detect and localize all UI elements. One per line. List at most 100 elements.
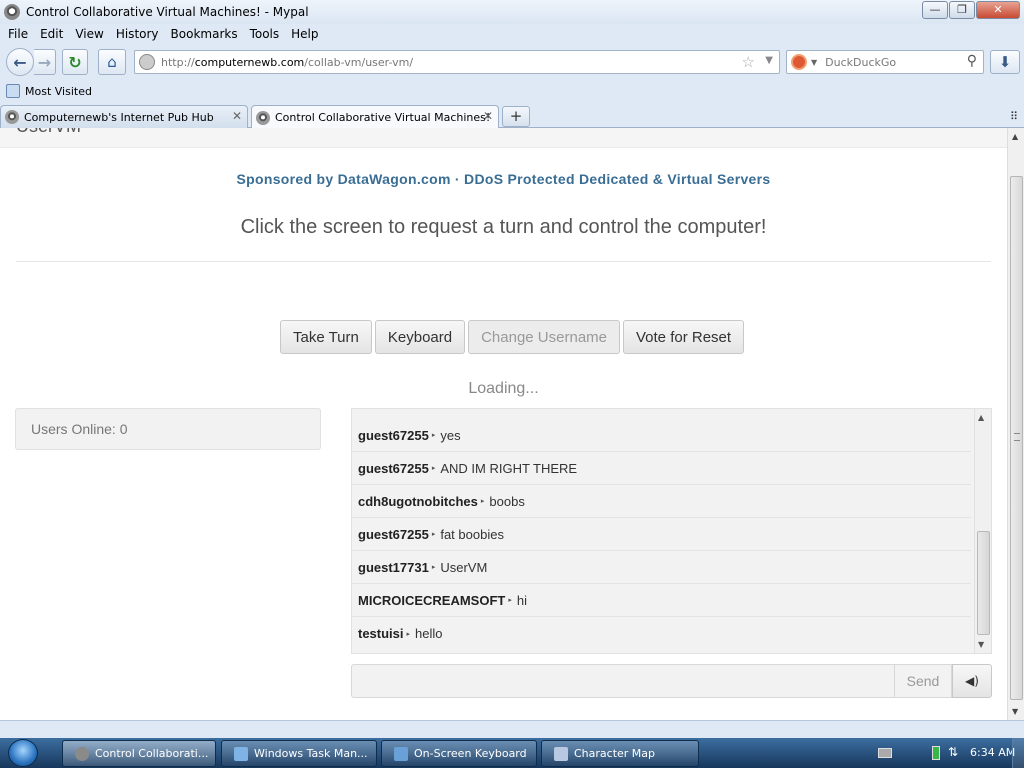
show-desktop-button[interactable] [1012, 738, 1024, 768]
scroll-down-arrow-icon[interactable]: ▼ [1012, 707, 1018, 716]
search-box[interactable]: ▼ DuckDuckGo ⚲ [786, 50, 984, 74]
tab-computernewb-pub-hub[interactable]: Computernewb's Internet Pub Hub ✕ [0, 105, 248, 128]
chat-scrollbar[interactable]: ▲ ▼ [974, 409, 991, 653]
keyboard-icon [394, 746, 408, 761]
send-button[interactable]: Send [894, 664, 952, 698]
sponsor-link[interactable]: Sponsored by DataWagon.com · DDoS Protec… [0, 171, 1007, 187]
site-identity-icon[interactable] [139, 54, 155, 70]
menu-tools[interactable]: Tools [250, 27, 280, 41]
page-heading: UserVM [16, 128, 81, 137]
browser-icon [75, 746, 89, 761]
chat-text: AND IM RIGHT THERE [440, 460, 578, 476]
tab-close-icon[interactable]: ✕ [232, 109, 242, 123]
tab-favicon-icon [5, 110, 19, 124]
chat-separator-icon: ▸ [431, 465, 436, 472]
menu-help[interactable]: Help [291, 27, 318, 41]
taskbar-item-label: Control Collaborati... [95, 747, 209, 760]
navigation-toolbar: ← → ↻ ⌂ http://computernewb.com/collab-v… [0, 44, 1024, 80]
url-path: /collab-vm/user-vm/ [304, 55, 414, 69]
tab-collab-vm[interactable]: Control Collaborative Virtual Machines! … [251, 105, 499, 129]
downloads-button[interactable]: ⬇ [990, 50, 1020, 74]
chat-message: guest67255 ▸ AND IM RIGHT THERE [352, 452, 971, 485]
chat-separator-icon: ▸ [480, 498, 485, 505]
chat-text: UserVM [440, 559, 488, 575]
users-online-panel: Users Online: 0 [15, 408, 321, 450]
system-tray: ⇅ 6:34 AM [864, 738, 1024, 768]
taskbar-item-on-screen-keyboard[interactable]: On-Screen Keyboard [381, 740, 537, 767]
start-button[interactable] [8, 739, 38, 767]
list-all-tabs-icon[interactable]: ⠿ [1010, 110, 1018, 123]
taskbar-item-browser[interactable]: Control Collaborati... [62, 740, 216, 767]
page-scrollbar[interactable]: ▲ ▼ [1007, 128, 1024, 720]
bookmark-most-visited[interactable]: Most Visited [25, 85, 92, 98]
chat-message-input[interactable] [351, 664, 895, 698]
chat-log[interactable]: guest67255 ▸ yes guest67255 ▸ AND IM RIG… [351, 408, 992, 654]
chat-message: guest17731 ▸ UserVM [352, 551, 971, 584]
chat-username: guest67255 [358, 460, 429, 476]
page-scrollbar-thumb[interactable] [1010, 176, 1023, 700]
chat-text: hello [415, 626, 443, 641]
menu-bookmarks[interactable]: Bookmarks [171, 27, 238, 41]
task-manager-icon [234, 746, 248, 761]
page-header-band [0, 128, 1007, 148]
keyboard-button[interactable]: Keyboard [374, 320, 466, 354]
chat-username: testuisi [358, 626, 404, 641]
tab-close-icon[interactable]: ✕ [483, 109, 493, 123]
character-map-icon [554, 746, 568, 761]
url-prefix: http:// [161, 55, 195, 69]
chat-message: MICROICECREAMSOFT ▸ hi [352, 584, 971, 617]
chat-username: guest67255 [358, 526, 429, 542]
taskbar-clock[interactable]: 6:34 AM [970, 746, 1015, 759]
reload-button[interactable]: ↻ [62, 49, 88, 75]
window-controls: — ❐ ✕ [921, 1, 1020, 19]
chat-message: guest67255 ▸ fat boobies [352, 518, 971, 551]
vm-screen-prompt[interactable]: Click the screen to request a turn and c… [0, 216, 1007, 239]
window-title: Control Collaborative Virtual Machines! … [26, 5, 309, 19]
scroll-up-arrow-icon[interactable]: ▲ [1012, 132, 1018, 141]
search-placeholder: DuckDuckGo [825, 55, 897, 69]
chat-separator-icon: ▸ [508, 597, 512, 604]
close-window-button[interactable]: ✕ [976, 1, 1020, 19]
scroll-up-arrow-icon[interactable]: ▲ [978, 413, 984, 422]
sound-toggle-button[interactable]: ◀) [952, 664, 992, 698]
input-language-icon[interactable] [878, 748, 892, 758]
url-history-dropdown-icon[interactable]: ▼ [765, 55, 773, 66]
search-engine-dropdown-icon[interactable]: ▼ [811, 58, 817, 67]
web-page-content: UserVM Sponsored by DataWagon.com · DDoS… [0, 128, 1007, 720]
vm-controls: Take Turn Keyboard Change Username Vote … [280, 320, 747, 354]
menu-edit[interactable]: Edit [40, 27, 63, 41]
url-host: computernewb.com [194, 55, 305, 69]
bookmark-star-icon[interactable]: ☆ [742, 53, 755, 71]
minimize-button[interactable]: — [922, 1, 948, 19]
duckduckgo-icon[interactable] [791, 54, 807, 70]
taskbar-item-character-map[interactable]: Character Map [541, 740, 699, 767]
speaker-icon: ◀) [965, 674, 979, 688]
network-icon[interactable]: ⇅ [948, 745, 958, 759]
address-bar[interactable]: http://computernewb.com/collab-vm/user-v… [134, 50, 780, 74]
url-text[interactable]: http://computernewb.com/collab-vm/user-v… [161, 56, 413, 69]
search-icon[interactable]: ⚲ [967, 53, 977, 69]
back-button[interactable]: ← [6, 48, 34, 76]
taskbar-item-task-manager[interactable]: Windows Task Man... [221, 740, 377, 767]
chat-username: cdh8ugotnobitches [358, 493, 478, 509]
tab-label: Computernewb's Internet Pub Hub [24, 110, 214, 124]
chat-username: MICROICECREAMSOFT [358, 592, 506, 608]
take-turn-button[interactable]: Take Turn [280, 320, 372, 354]
home-button[interactable]: ⌂ [98, 49, 126, 75]
chat-text: boobs [489, 493, 525, 509]
vote-for-reset-button[interactable]: Vote for Reset [623, 320, 745, 354]
menu-view[interactable]: View [75, 27, 103, 41]
chat-scrollbar-thumb[interactable] [977, 531, 990, 635]
chat-text: fat boobies [440, 526, 504, 542]
forward-button[interactable]: → [34, 49, 56, 75]
menu-history[interactable]: History [116, 27, 159, 41]
reload-icon: ↻ [68, 52, 82, 72]
battery-icon[interactable] [932, 746, 940, 760]
menu-file[interactable]: File [8, 27, 28, 41]
scroll-down-arrow-icon[interactable]: ▼ [978, 640, 984, 649]
window-titlebar[interactable]: Control Collaborative Virtual Machines! … [0, 0, 1024, 24]
maximize-button[interactable]: ❐ [949, 1, 975, 19]
tab-label: Control Collaborative Virtual Machines! [275, 111, 491, 124]
new-tab-button[interactable]: + [502, 106, 530, 127]
change-username-button[interactable]: Change Username [468, 320, 620, 354]
